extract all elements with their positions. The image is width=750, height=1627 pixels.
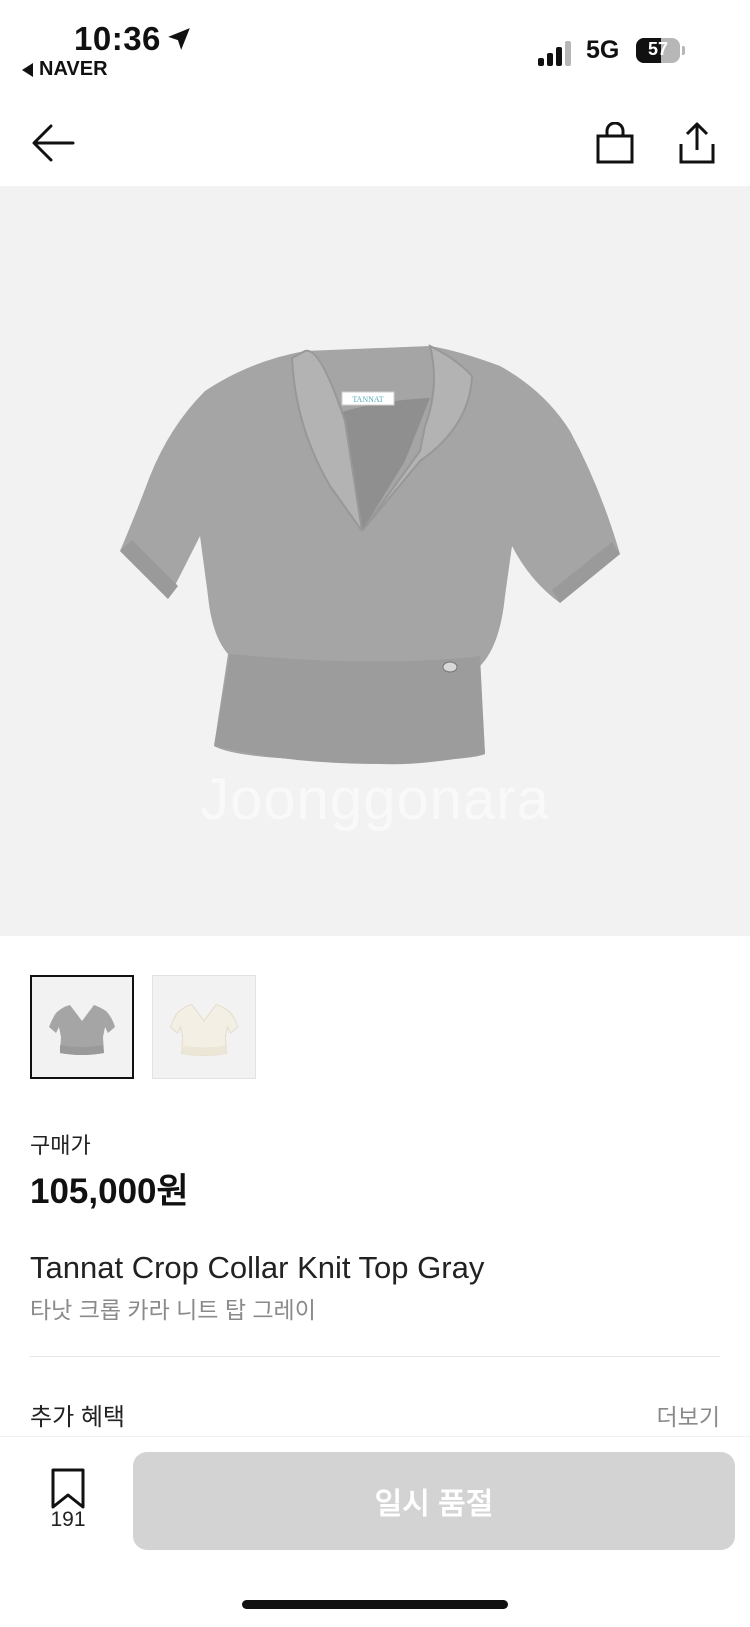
thumb-ivory-image [169,1003,239,1057]
product-name-kr: 타낫 크롭 카라 니트 탑 그레이 [30,1297,316,1323]
watermark: Joonggonara [200,767,550,832]
cellular-signal-icon [538,40,574,66]
thumbnail-ivory[interactable] [152,975,256,1079]
back-to-app-button[interactable]: NAVER [22,58,108,81]
share-icon [679,122,715,164]
product-name-en: Tannat Crop Collar Knit Top Gray [30,1250,485,1285]
extra-benefit-title: 추가 혜택 [30,1404,125,1431]
battery-level: 57 [647,39,669,59]
product-image[interactable]: TANNAT Joonggonara [0,186,750,936]
battery-nub [682,46,685,55]
garment-label: TANNAT [352,395,383,404]
home-indicator[interactable] [242,1600,508,1609]
soldout-button[interactable]: 일시 품절 [133,1452,735,1550]
divider [30,1356,720,1357]
bookmark-count: 191 [50,1508,86,1531]
price-label: 구매가 [30,1133,91,1158]
see-more-link[interactable]: 더보기 [657,1398,720,1432]
back-app-label: NAVER [39,58,108,80]
cart-button[interactable] [590,118,640,168]
thumb-gray-image [49,1005,115,1055]
thumbnail-gray[interactable] [30,975,134,1079]
back-triangle-icon [22,62,33,77]
network-type: 5G [586,36,620,64]
battery-icon: 57 [636,38,680,63]
bookmark-icon[interactable] [48,1468,88,1510]
arrow-left-icon [32,124,75,162]
back-button[interactable] [28,118,78,168]
share-button[interactable] [672,118,722,168]
price: 105,000원 [30,1172,189,1211]
location-arrow-icon [168,28,190,50]
shopping-bag-icon [596,122,634,164]
status-time: 10:36 [74,20,161,57]
